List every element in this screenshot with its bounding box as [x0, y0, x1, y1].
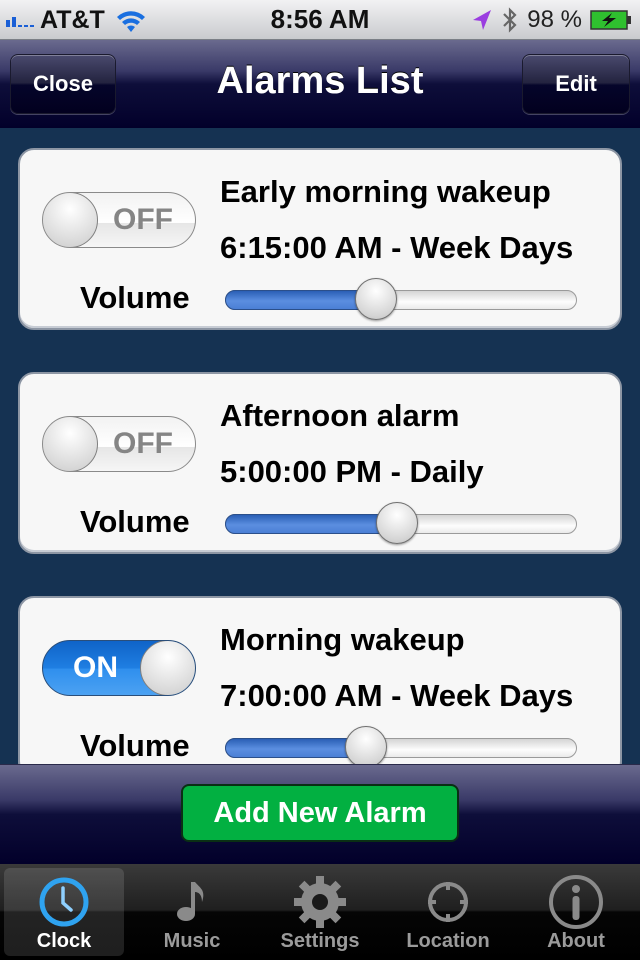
slider-fill	[225, 514, 398, 534]
toggle-label: OFF	[113, 203, 173, 236]
clock-icon	[39, 877, 89, 927]
toggle-label: ON	[73, 651, 118, 684]
edit-button[interactable]: Edit	[522, 54, 630, 114]
alarm-name: Afternoon alarm	[220, 398, 460, 433]
tab-music[interactable]: Music	[132, 868, 252, 956]
info-icon	[549, 875, 603, 929]
bottom-toolbar: Add New Alarm	[0, 764, 640, 864]
alarm-card: OFF Afternoon alarm 5:00:00 PM - Daily V…	[18, 372, 622, 554]
alarm-schedule: 5:00:00 PM - Daily	[220, 454, 484, 489]
tab-label: About	[547, 930, 605, 952]
alarm-name: Early morning wakeup	[220, 174, 551, 209]
toggle-knob	[43, 417, 98, 471]
tab-settings[interactable]: Settings	[260, 868, 380, 956]
volume-label: Volume	[80, 280, 190, 315]
music-note-icon	[177, 882, 204, 921]
alarm-toggle[interactable]: OFF	[42, 192, 196, 248]
wifi-icon	[116, 11, 145, 32]
gear-icon	[294, 876, 346, 928]
slider-thumb[interactable]	[344, 726, 387, 764]
tab-label: Clock	[36, 930, 92, 952]
alarm-schedule: 7:00:00 AM - Week Days	[220, 678, 574, 713]
carrier-name: AT&T	[40, 5, 105, 34]
tab-label: Settings	[280, 930, 360, 952]
alarm-card: OFF Early morning wakeup 6:15:00 AM - We…	[18, 148, 622, 330]
alarm-toggle[interactable]: OFF	[42, 416, 196, 472]
alarm-name: Morning wakeup	[220, 622, 465, 657]
alarms-list[interactable]: OFF Early morning wakeup 6:15:00 AM - We…	[0, 128, 640, 764]
tab-label: Music	[163, 930, 221, 952]
crosshair-icon	[428, 882, 468, 922]
alarm-card: ON Morning wakeup 7:00:00 AM - Week Days…	[18, 596, 622, 764]
alarm-toggle[interactable]: ON	[42, 640, 196, 696]
tab-bar: Clock Music Settings Location About	[0, 864, 640, 960]
add-new-alarm-button[interactable]: Add New Alarm	[181, 784, 459, 842]
volume-slider[interactable]	[225, 726, 577, 764]
slider-thumb[interactable]	[376, 502, 419, 544]
slider-fill	[225, 290, 377, 310]
status-bar: AT&T 8:56 AM 98 %	[0, 0, 640, 40]
tab-clock[interactable]: Clock	[4, 868, 124, 956]
volume-slider[interactable]	[225, 278, 577, 320]
tab-label: Location	[406, 930, 490, 952]
volume-slider[interactable]	[225, 502, 577, 544]
signal-icon	[6, 13, 34, 27]
battery-percent: 98 %	[527, 6, 582, 33]
toggle-knob	[43, 193, 98, 247]
tab-about[interactable]: About	[516, 868, 636, 956]
bluetooth-icon	[503, 7, 517, 33]
location-arrow-icon	[473, 10, 492, 30]
toggle-knob	[140, 641, 195, 695]
volume-label: Volume	[80, 728, 190, 763]
toggle-label: OFF	[113, 427, 173, 460]
volume-label: Volume	[80, 504, 190, 539]
navigation-bar: Close Alarms List Edit	[0, 40, 640, 128]
slider-thumb[interactable]	[355, 278, 398, 320]
tab-location[interactable]: Location	[388, 868, 508, 956]
alarm-schedule: 6:15:00 AM - Week Days	[220, 230, 574, 265]
battery-charging-icon	[590, 10, 631, 30]
